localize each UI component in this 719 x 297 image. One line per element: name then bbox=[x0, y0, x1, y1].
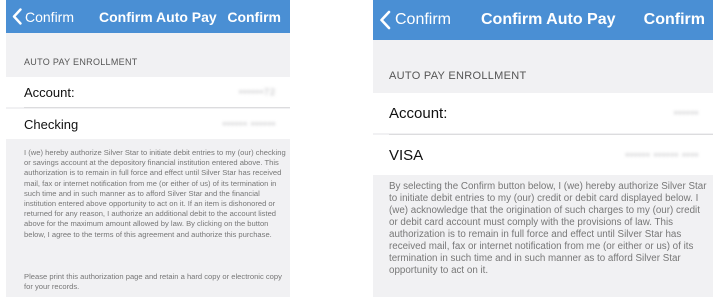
authorization-text: I (we) hereby authorize Silver Star to i… bbox=[24, 148, 286, 239]
page-title: Confirm Auto Pay bbox=[99, 9, 217, 25]
confirm-button[interactable]: Confirm bbox=[644, 11, 705, 29]
section-header: AUTO PAY ENROLLMENT bbox=[389, 70, 527, 82]
account-row: Account: •••••• bbox=[373, 93, 713, 133]
section-header: AUTO PAY ENROLLMENT bbox=[24, 57, 138, 67]
payment-method-value-masked: •••••• •••••• bbox=[222, 119, 276, 129]
authorization-text: By selecting the Confirm button below, I… bbox=[389, 181, 707, 276]
account-label: Account: bbox=[24, 84, 75, 100]
card-auto-pay-screen: Confirm Confirm Auto Pay Confirm AUTO PA… bbox=[373, 0, 713, 297]
payment-method-row: VISA •••••• •••••• •••• bbox=[373, 135, 713, 175]
account-value-masked: ••••••72 bbox=[239, 87, 276, 97]
back-button-label: Confirm bbox=[395, 11, 452, 28]
print-instructions-text: Please print this authorization page and… bbox=[24, 272, 282, 292]
account-row: Account: ••••••72 bbox=[6, 77, 290, 107]
payment-method-label: VISA bbox=[389, 146, 424, 164]
page-title: Confirm Auto Pay bbox=[481, 11, 616, 28]
payment-method-label: Checking bbox=[24, 116, 79, 132]
payment-method-row: Checking •••••• •••••• bbox=[6, 109, 290, 139]
navigation-bar: Confirm Confirm Auto Pay Confirm bbox=[373, 0, 713, 40]
chevron-left-icon bbox=[379, 10, 391, 30]
checking-auto-pay-screen: Confirm Confirm Auto Pay Confirm AUTO PA… bbox=[6, 0, 290, 297]
payment-method-value-masked: •••••• •••••• •••• bbox=[625, 150, 699, 160]
navigation-bar: Confirm Confirm Auto Pay Confirm bbox=[6, 0, 290, 33]
chevron-left-icon bbox=[12, 8, 22, 25]
confirm-button[interactable]: Confirm bbox=[227, 9, 281, 25]
row-divider bbox=[24, 107, 290, 108]
back-button[interactable]: Confirm bbox=[379, 0, 451, 40]
back-button-label: Confirm bbox=[25, 8, 75, 25]
account-value-masked: •••••• bbox=[674, 108, 699, 118]
account-label: Account: bbox=[389, 104, 448, 122]
back-button[interactable]: Confirm bbox=[12, 0, 74, 33]
